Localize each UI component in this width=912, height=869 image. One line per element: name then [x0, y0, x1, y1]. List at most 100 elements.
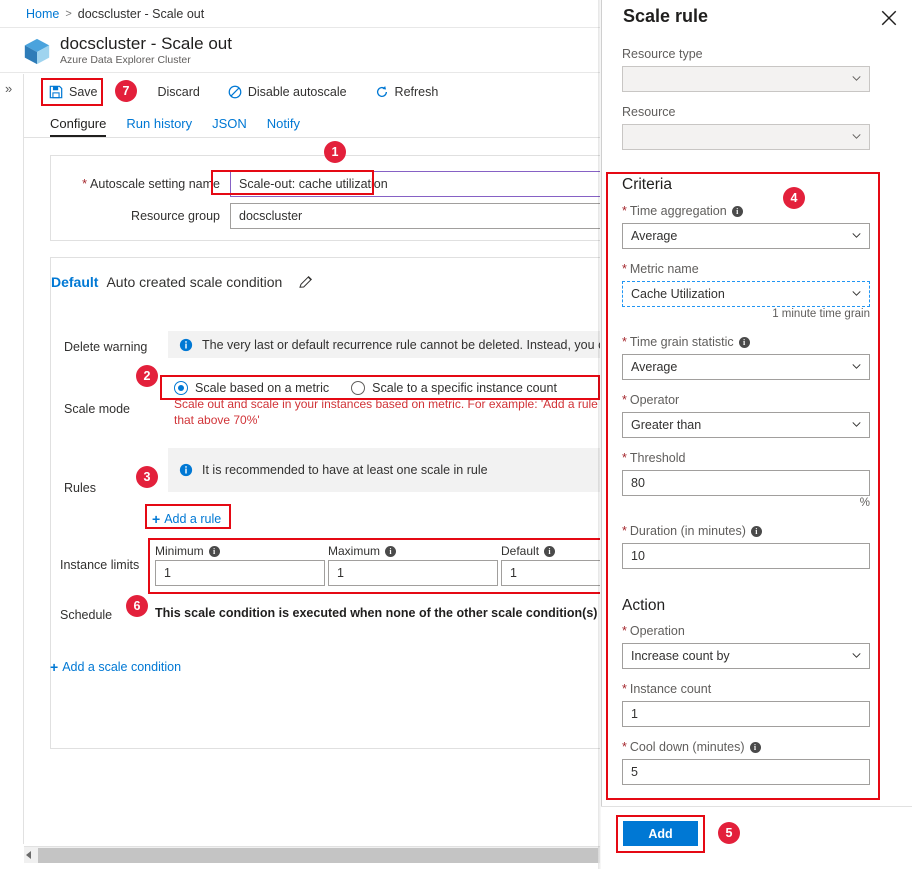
add-a-rule-button[interactable]: + Add a rule	[152, 511, 221, 527]
instance-limits-label: Instance limits	[60, 558, 140, 572]
horizontal-scrollbar-thumb[interactable]	[38, 848, 598, 863]
threshold-field: * Threshold %	[622, 450, 870, 512]
disable-autoscale-button[interactable]: Disable autoscale	[220, 79, 355, 105]
chevron-down-icon	[852, 134, 861, 139]
pencil-icon[interactable]	[298, 274, 314, 290]
breadcrumb-current: docscluster - Scale out	[77, 6, 205, 21]
instance-count-label: Instance count	[629, 682, 712, 696]
plus-icon: +	[152, 511, 161, 527]
resource-select[interactable]	[622, 124, 870, 150]
maximum-input[interactable]	[328, 560, 498, 586]
maximum-caption: Maximum	[328, 544, 381, 558]
autoscale-name-row: * Autoscale setting name	[64, 171, 600, 197]
time-grain-statistic-select[interactable]: Average	[622, 354, 870, 380]
instance-count-field: * Instance count	[622, 681, 870, 727]
azure-portal-screen: Home > docscluster - Scale out docsclust…	[0, 0, 912, 869]
add-scale-condition-label: Add a scale condition	[62, 660, 182, 674]
scale-condition-header: Default Auto created scale condition	[51, 274, 314, 290]
save-icon	[49, 85, 63, 99]
operation-select[interactable]: Increase count by	[622, 643, 870, 669]
chevron-down-icon	[852, 364, 861, 369]
callout-badge-7: 7	[115, 80, 137, 102]
required-asterisk: *	[622, 204, 627, 218]
info-tooltip-icon[interactable]: i	[544, 545, 556, 557]
add-scale-condition-button[interactable]: + Add a scale condition	[50, 659, 181, 675]
info-icon	[179, 463, 193, 477]
refresh-button[interactable]: Refresh	[367, 79, 447, 105]
resource-type-label: Resource type	[622, 47, 703, 61]
rules-info-text: It is recommended to have at least one s…	[202, 463, 488, 477]
left-rail: »	[0, 74, 24, 844]
time-aggregation-field: * Time aggregation i Average	[622, 203, 870, 249]
callout-badge-4: 4	[783, 187, 805, 209]
scale-mode-option-instance-count[interactable]: Scale to a specific instance count	[351, 381, 557, 395]
tab-json[interactable]: JSON	[212, 116, 247, 137]
info-tooltip-icon[interactable]: i	[731, 206, 743, 217]
autoscale-setting-name-input[interactable]	[230, 171, 600, 197]
scale-mode-option-metric-label: Scale based on a metric	[195, 381, 330, 395]
scroll-left-arrow-icon[interactable]	[26, 851, 31, 859]
delete-warning-infobar: The very last or default recurrence rule…	[168, 331, 600, 358]
save-button-label: Save	[69, 85, 98, 99]
info-tooltip-icon[interactable]: i	[750, 526, 762, 537]
operation-label: Operation	[629, 624, 685, 638]
duration-input[interactable]	[622, 543, 870, 569]
tab-notify[interactable]: Notify	[267, 116, 300, 137]
cool-down-input[interactable]	[622, 759, 870, 785]
info-icon	[179, 338, 193, 351]
add-a-rule-label: Add a rule	[164, 512, 222, 526]
instance-count-input[interactable]	[622, 701, 870, 727]
instance-limit-maximum: Maximum i	[328, 544, 498, 586]
tab-configure[interactable]: Configure	[50, 116, 107, 137]
close-icon[interactable]	[880, 9, 898, 27]
page-header: docscluster - Scale out Azure Data Explo…	[0, 29, 600, 73]
metric-name-select[interactable]: Cache Utilization	[622, 281, 870, 307]
main-content: *Autoscale setting name Resource group D…	[24, 138, 600, 844]
radio-selected-icon	[174, 381, 188, 395]
time-grain-statistic-field: * Time grain statistic i Average	[622, 334, 870, 380]
breadcrumb: Home > docscluster - Scale out	[0, 0, 600, 28]
plus-icon: +	[50, 659, 59, 675]
time-aggregation-select[interactable]: Average	[622, 223, 870, 249]
default-input[interactable]	[501, 560, 600, 586]
expand-chevron-icon[interactable]: »	[5, 82, 12, 95]
duration-label: Duration (in minutes)	[629, 524, 746, 538]
info-tooltip-icon[interactable]: i	[385, 545, 397, 557]
duration-field: * Duration (in minutes) i	[622, 523, 870, 569]
scale-mode-option-instance-count-label: Scale to a specific instance count	[372, 381, 557, 395]
required-asterisk: *	[622, 262, 627, 276]
info-tooltip-icon[interactable]: i	[738, 337, 750, 348]
add-button[interactable]: Add	[622, 820, 699, 847]
schedule-text: This scale condition is executed when no…	[155, 606, 600, 620]
info-tooltip-icon[interactable]: i	[749, 742, 761, 753]
tab-run-history[interactable]: Run history	[126, 116, 192, 137]
required-asterisk: *	[622, 624, 627, 638]
info-tooltip-icon[interactable]: i	[208, 545, 220, 557]
criteria-heading: Criteria	[622, 176, 672, 193]
threshold-label: Threshold	[629, 451, 686, 465]
metric-name-label: Metric name	[629, 262, 699, 276]
minimum-input[interactable]	[155, 560, 325, 586]
operator-select[interactable]: Greater than	[622, 412, 870, 438]
discard-button[interactable]: Discard	[150, 79, 208, 105]
resource-group-input[interactable]	[230, 203, 600, 229]
threshold-input[interactable]	[622, 470, 870, 496]
resource-group-label: Resource group	[131, 209, 220, 223]
breadcrumb-home[interactable]: Home	[26, 7, 59, 21]
required-asterisk: *	[622, 682, 627, 696]
resource-type-field: Resource type	[622, 46, 870, 92]
operation-field: * Operation Increase count by	[622, 623, 870, 669]
required-asterisk: *	[622, 393, 627, 407]
horizontal-scrollbar[interactable]	[24, 846, 600, 863]
resource-type-select[interactable]	[622, 66, 870, 92]
required-asterisk: *	[622, 740, 627, 754]
callout-badge-6: 6	[126, 595, 148, 617]
delete-warning-label: Delete warning	[64, 340, 148, 354]
scale-mode-option-metric[interactable]: Scale based on a metric	[174, 381, 329, 395]
rules-infobar: It is recommended to have at least one s…	[168, 448, 600, 492]
save-button[interactable]: Save	[41, 79, 106, 105]
chevron-down-icon	[852, 653, 861, 658]
breadcrumb-separator: >	[65, 7, 72, 20]
action-heading: Action	[622, 597, 666, 614]
operation-value: Increase count by	[631, 649, 730, 663]
